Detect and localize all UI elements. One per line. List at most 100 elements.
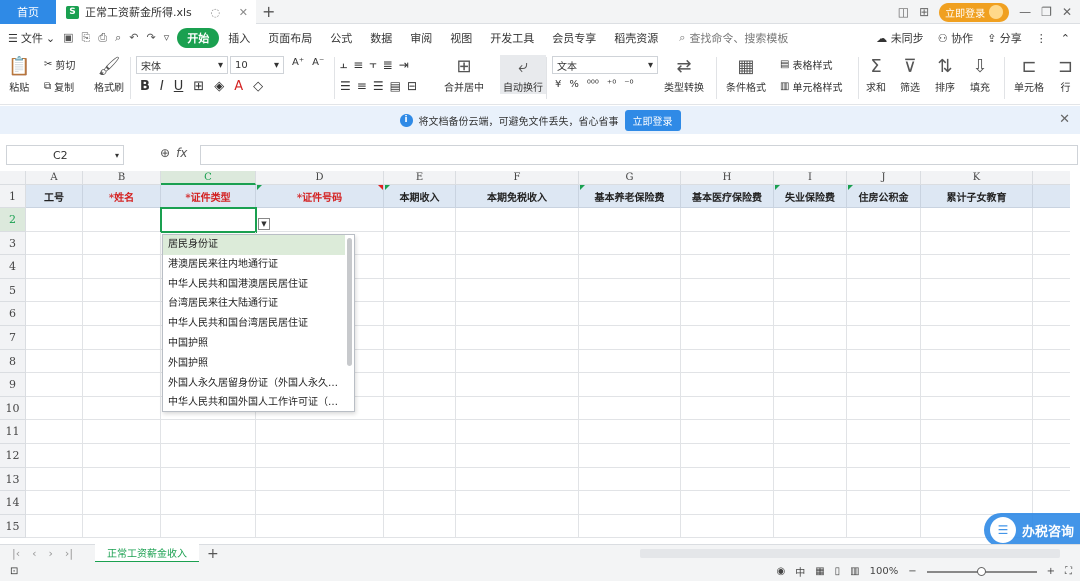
dropdown-option[interactable]: 港澳居民来往内地通行证 <box>163 255 345 275</box>
grid-cell[interactable] <box>774 396 847 421</box>
merge-center-button[interactable]: ⊞ 合并居中 <box>444 55 484 94</box>
grid-cell[interactable] <box>83 491 161 515</box>
distribute-icon[interactable]: ⊟ <box>407 79 417 93</box>
grid-cell[interactable] <box>1033 326 1070 350</box>
row-header[interactable]: 10 <box>0 396 26 421</box>
restore-icon[interactable]: ❐ <box>1041 5 1052 19</box>
grid-cell[interactable] <box>579 396 681 421</box>
grid-cell[interactable] <box>456 302 579 326</box>
clear-icon[interactable]: ◇ <box>253 79 263 94</box>
grid-cell[interactable] <box>1033 255 1070 279</box>
sort-button[interactable]: ⇅ 排序 <box>935 55 955 94</box>
grid-cell[interactable] <box>681 373 774 397</box>
grid-cell[interactable] <box>26 208 83 232</box>
grid-cell[interactable] <box>847 396 921 421</box>
grid-cell[interactable] <box>774 420 847 444</box>
grid-cell[interactable] <box>83 278 161 303</box>
row-header[interactable]: 9 <box>0 373 26 397</box>
menu-member[interactable]: 会员专享 <box>543 30 605 46</box>
grid-cell[interactable] <box>1033 232 1070 256</box>
format-painter-button[interactable]: 🖌 格式刷 <box>94 55 124 94</box>
grid-cell[interactable] <box>26 231 83 256</box>
grid-cell[interactable] <box>847 444 921 468</box>
grid-apps-icon[interactable]: ⊞ <box>919 5 929 19</box>
zoom-slider[interactable] <box>926 566 1037 576</box>
fill-button[interactable]: ⇩ 填充 <box>970 55 990 94</box>
grid-cell[interactable] <box>1033 491 1070 515</box>
grid-cell[interactable] <box>456 467 579 492</box>
grid-cell[interactable] <box>774 373 847 397</box>
grid-cell[interactable] <box>579 231 681 256</box>
menu-review[interactable]: 审阅 <box>401 30 441 46</box>
page-layout-view-icon[interactable]: ▯ <box>835 566 841 577</box>
grid-cell[interactable] <box>256 467 384 492</box>
grid-cell[interactable] <box>256 491 384 515</box>
grid-cell[interactable] <box>921 255 1033 279</box>
export-icon[interactable]: ⎘ <box>82 31 91 45</box>
align-right-icon[interactable]: ☰ <box>373 79 384 93</box>
id-type-dropdown[interactable]: 居民身份证 港澳居民来往内地通行证 中华人民共和国港澳居民居住证 台湾居民来往大陆通行… <box>162 234 355 412</box>
minimize-icon[interactable]: — <box>1019 5 1031 19</box>
dropdown-option[interactable]: 外国人永久居留身份证（外国人永久… <box>163 374 345 394</box>
row-header[interactable]: 11 <box>0 420 26 444</box>
add-sheet-button[interactable]: + <box>207 546 219 562</box>
row-header[interactable]: 1 <box>0 185 26 208</box>
grid-cell[interactable] <box>384 349 456 374</box>
spreadsheet-grid[interactable]: A B C D E F G H I J K 1 工号 *姓名 *证件类型 *证件号码 本期收入 本期免税收入 基本养… <box>0 171 1070 544</box>
grid-cell[interactable] <box>579 467 681 492</box>
column-header[interactable]: C <box>161 171 256 185</box>
grid-cell[interactable] <box>384 444 456 468</box>
align-left-icon[interactable]: ☰ <box>340 79 351 93</box>
row-header[interactable]: 4 <box>0 255 26 279</box>
italic-icon[interactable]: I <box>160 79 164 94</box>
active-cell[interactable] <box>160 207 257 233</box>
row-header[interactable]: 12 <box>0 444 26 468</box>
paste-button[interactable]: 📋 粘贴 <box>8 55 30 94</box>
menu-developer[interactable]: 开发工具 <box>481 30 543 46</box>
grid-cell[interactable] <box>384 208 456 232</box>
grid-cell[interactable] <box>681 467 774 492</box>
grid-cell[interactable] <box>847 491 921 515</box>
grid-cell[interactable] <box>847 278 921 303</box>
header-cell[interactable]: 累计子女教育 <box>921 185 1033 208</box>
dropdown-option[interactable]: 居民身份证 <box>163 235 345 255</box>
zoom-formula-icon[interactable]: ⊕ <box>160 146 170 160</box>
tab-home[interactable]: 首页 <box>0 0 56 24</box>
grid-cell[interactable] <box>681 349 774 374</box>
column-header[interactable]: A <box>26 171 83 185</box>
grid-cell[interactable] <box>83 208 161 232</box>
menu-insert[interactable]: 插入 <box>219 30 259 46</box>
grid-cell[interactable] <box>774 467 847 492</box>
header-cell[interactable]: 本期收入 <box>384 185 456 208</box>
grid-cell[interactable] <box>847 231 921 256</box>
grid-cell[interactable] <box>579 491 681 515</box>
print-icon[interactable]: ⎙ <box>98 31 107 45</box>
grid-cell[interactable] <box>921 444 1033 468</box>
grid-cell[interactable] <box>681 278 774 303</box>
grid-cell[interactable] <box>384 396 456 421</box>
row-header[interactable]: 6 <box>0 302 26 326</box>
copy-button[interactable]: ⧉ 复制 <box>44 79 74 94</box>
column-header[interactable]: B <box>83 171 161 185</box>
grid-cell[interactable] <box>681 514 774 539</box>
more-menu-icon[interactable]: ⋮ <box>1036 32 1047 45</box>
grid-cell[interactable] <box>26 326 83 350</box>
sync-status[interactable]: ☁ 未同步 <box>876 30 924 46</box>
grid-cell[interactable] <box>384 420 456 444</box>
collaborate-button[interactable]: ⚇ 协作 <box>938 30 973 46</box>
grid-cell[interactable] <box>256 208 384 232</box>
grid-cell[interactable] <box>681 491 774 515</box>
grid-cell[interactable] <box>384 302 456 326</box>
dropdown-option[interactable]: 台湾居民来往大陆通行证 <box>163 294 345 314</box>
grid-cell[interactable] <box>384 373 456 397</box>
grid-cell[interactable] <box>384 514 456 539</box>
grid-cell[interactable] <box>681 420 774 444</box>
header-cell[interactable]: 基本医疗保险费 <box>681 185 774 208</box>
grid-cell[interactable] <box>847 302 921 326</box>
row-header[interactable]: 14 <box>0 491 26 515</box>
select-all-corner[interactable] <box>0 171 26 185</box>
grid-cell[interactable] <box>1033 397 1070 421</box>
page-break-view-icon[interactable]: ▥ <box>850 566 859 577</box>
column-header[interactable]: J <box>847 171 921 185</box>
grid-cell[interactable] <box>1033 420 1070 444</box>
